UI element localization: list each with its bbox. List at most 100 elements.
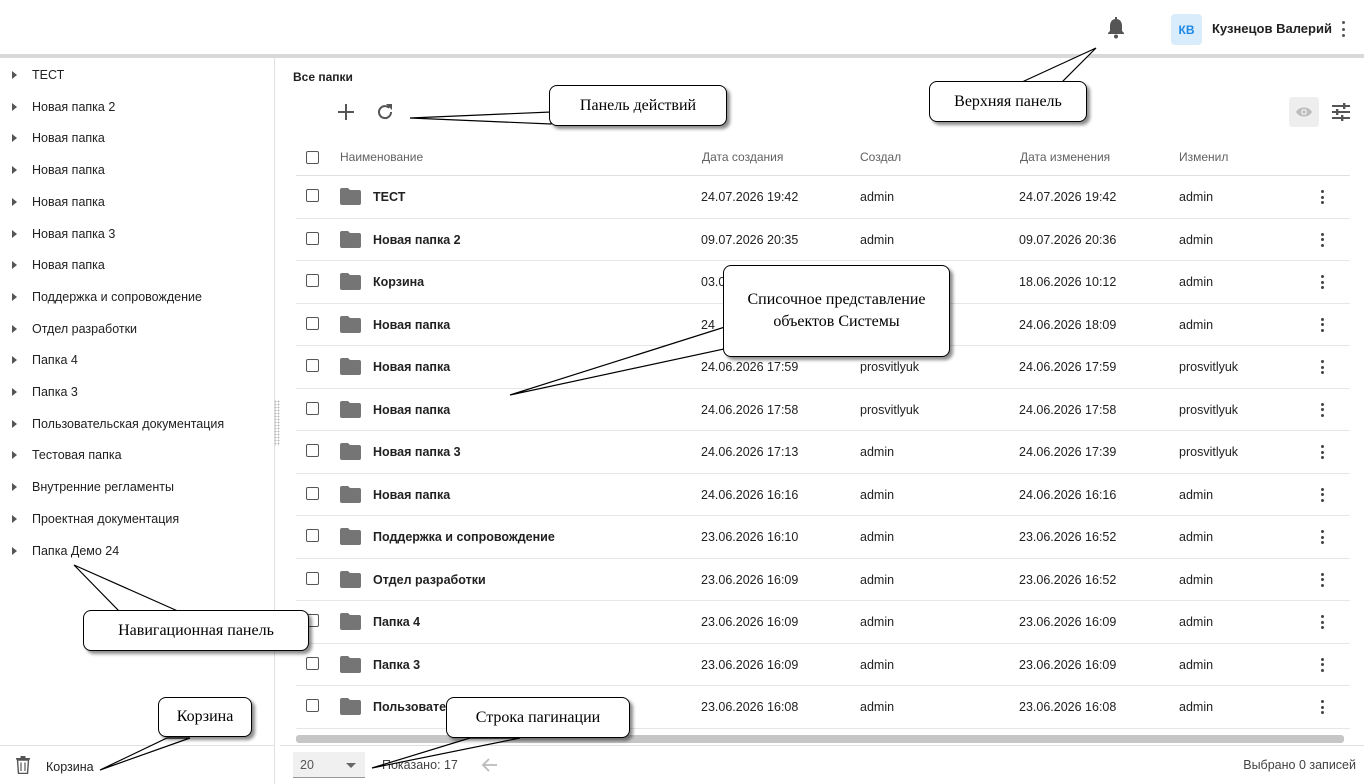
cell-name[interactable]: Папка 3 <box>373 658 420 672</box>
chevron-right-icon[interactable] <box>12 102 17 111</box>
row-checkbox[interactable] <box>306 189 319 202</box>
sidebar-item-label: Новая папка <box>32 258 105 273</box>
sidebar-tree-item[interactable]: Новая папка <box>0 158 270 182</box>
row-checkbox[interactable] <box>306 316 319 330</box>
row-menu-icon[interactable] <box>1318 316 1326 334</box>
row-menu-icon[interactable] <box>1318 231 1326 249</box>
row-checkbox[interactable] <box>306 359 319 372</box>
chevron-right-icon[interactable] <box>12 419 17 428</box>
refresh-button[interactable] <box>374 101 396 123</box>
chevron-right-icon[interactable] <box>12 514 17 523</box>
cell-name[interactable]: Новая папка <box>373 318 450 332</box>
user-name[interactable]: Кузнецов Валерий <box>1212 21 1332 36</box>
cell-name[interactable]: Папка 4 <box>373 615 420 629</box>
bell-icon[interactable] <box>1106 17 1126 39</box>
cell-name[interactable]: Поддержка и сопровождение <box>373 530 555 544</box>
row-menu-icon[interactable] <box>1318 443 1326 461</box>
column-header-modified-by[interactable]: Изменил <box>1179 150 1228 164</box>
table-row[interactable]: Новая папка 2 09.07.2026 20:35 admin 09.07.… <box>296 219 1350 261</box>
row-menu-icon[interactable] <box>1318 656 1326 674</box>
chevron-right-icon[interactable] <box>12 388 17 396</box>
sidebar-tree-item[interactable]: Внутренние регламенты <box>0 475 270 499</box>
row-checkbox[interactable] <box>306 571 319 585</box>
chevron-right-icon[interactable] <box>12 356 17 365</box>
cell-name[interactable]: Отдел разработки <box>373 573 486 587</box>
sidebar-tree-item[interactable]: Новая папка <box>0 190 270 214</box>
row-checkbox[interactable] <box>306 231 319 245</box>
tune-icon[interactable] <box>1330 101 1352 123</box>
table-row[interactable]: Поддержка и сопровождение 23.06.2026 16:1… <box>296 516 1350 559</box>
column-header-created-by[interactable]: Создал <box>860 150 901 164</box>
cell-name[interactable]: Корзина <box>373 275 424 289</box>
row-menu-icon[interactable] <box>1318 613 1326 631</box>
sidebar-tree-item[interactable]: Пользовательская документация <box>0 412 270 436</box>
sidebar-tree-item[interactable]: ТЕСТ <box>0 63 270 87</box>
page-size-select[interactable]: 20 <box>293 752 365 778</box>
row-menu-icon[interactable] <box>1318 358 1326 376</box>
arrow-left-icon[interactable] <box>481 756 499 774</box>
sidebar-tree-item[interactable]: Отдел разработки <box>0 317 270 341</box>
row-menu-icon[interactable] <box>1318 188 1326 206</box>
row-checkbox[interactable] <box>306 486 319 500</box>
chevron-right-icon[interactable] <box>12 197 17 206</box>
panel-resize-handle[interactable] <box>274 400 280 446</box>
table-row[interactable]: ТЕСТ 24.07.2026 19:42 admin 24.07.2026 19:4… <box>296 176 1350 219</box>
sidebar-tree-item[interactable]: Тестовая папка <box>0 443 270 467</box>
view-toggle-button[interactable] <box>1289 97 1319 127</box>
sidebar-tree-item[interactable]: Новая папка 3 <box>0 222 270 246</box>
table-row[interactable]: Новая папка 24.06.2026 16:16 admin 24.06.20… <box>296 474 1350 516</box>
sidebar-tree-item[interactable]: Новая папка <box>0 253 270 277</box>
chevron-right-icon[interactable] <box>12 166 17 175</box>
row-menu-icon[interactable] <box>1318 273 1326 291</box>
page-title: Все папки <box>293 70 353 84</box>
column-header-name[interactable]: Наименование <box>340 150 423 164</box>
chevron-right-icon[interactable] <box>12 451 17 460</box>
row-checkbox[interactable] <box>306 699 319 712</box>
row-menu-icon[interactable] <box>1318 698 1326 716</box>
column-header-created[interactable]: Дата создания <box>702 150 783 164</box>
row-menu-icon[interactable] <box>1318 401 1326 419</box>
row-checkbox[interactable] <box>306 529 319 542</box>
cell-name[interactable]: Новая папка 2 <box>373 233 461 247</box>
table-row[interactable]: Новая папка 24.06.2026 17:58 prosvitlyuk 24… <box>296 389 1350 431</box>
chevron-right-icon[interactable] <box>12 71 17 79</box>
cell-name[interactable]: Новая папка 3 <box>373 445 461 459</box>
sidebar-tree-item[interactable]: Новая папка <box>0 126 270 150</box>
sidebar-tree-item[interactable]: Поддержка и сопровождение <box>0 285 270 309</box>
cell-name[interactable]: Новая папка <box>373 403 450 417</box>
sidebar-trash-item[interactable]: Корзина <box>0 745 275 784</box>
sidebar-tree-item[interactable]: Проектная документация <box>0 507 270 531</box>
avatar[interactable]: КВ <box>1171 14 1202 45</box>
user-menu-icon[interactable] <box>1336 19 1350 39</box>
cell-name[interactable]: Новая папка <box>373 360 450 374</box>
row-menu-icon[interactable] <box>1318 528 1326 546</box>
sidebar-tree-item[interactable]: Папка 4 <box>0 348 270 372</box>
eye-icon <box>1296 107 1312 117</box>
sidebar-tree-item[interactable]: Новая папка 2 <box>0 95 270 119</box>
sidebar-tree-item[interactable]: Папка Демо 24 <box>0 539 270 563</box>
chevron-right-icon[interactable] <box>12 134 17 143</box>
chevron-right-icon[interactable] <box>12 292 17 301</box>
row-checkbox[interactable] <box>306 274 319 287</box>
chevron-right-icon[interactable] <box>12 261 17 270</box>
chevron-right-icon[interactable] <box>12 483 17 492</box>
cell-name[interactable]: Новая папка <box>373 488 450 502</box>
select-all-checkbox[interactable] <box>306 151 319 164</box>
row-menu-icon[interactable] <box>1318 486 1326 504</box>
cell-name[interactable]: ТЕСТ <box>373 190 405 204</box>
chevron-right-icon[interactable] <box>12 546 17 555</box>
table-row[interactable]: Папка 3 23.06.2026 16:09 admin 23.06.2026 1… <box>296 644 1350 686</box>
row-checkbox[interactable] <box>306 401 319 415</box>
row-menu-icon[interactable] <box>1318 571 1326 589</box>
chevron-right-icon[interactable] <box>12 324 17 333</box>
table-row[interactable]: Папка 4 23.06.2026 16:09 admin 23.06.2026 1… <box>296 601 1350 644</box>
add-button[interactable] <box>335 101 357 123</box>
row-checkbox[interactable] <box>306 656 319 670</box>
chevron-right-icon[interactable] <box>12 229 17 238</box>
table-row[interactable]: Новая папка 3 24.06.2026 17:13 admin 24.06.… <box>296 431 1350 474</box>
sidebar-tree-item[interactable]: Папка 3 <box>0 380 270 404</box>
row-checkbox[interactable] <box>306 444 319 457</box>
column-header-modified[interactable]: Дата изменения <box>1020 150 1110 164</box>
cell-name[interactable]: Пользовател <box>373 700 454 714</box>
table-row[interactable]: Отдел разработки 23.06.2026 16:09 admin 23.… <box>296 559 1350 601</box>
